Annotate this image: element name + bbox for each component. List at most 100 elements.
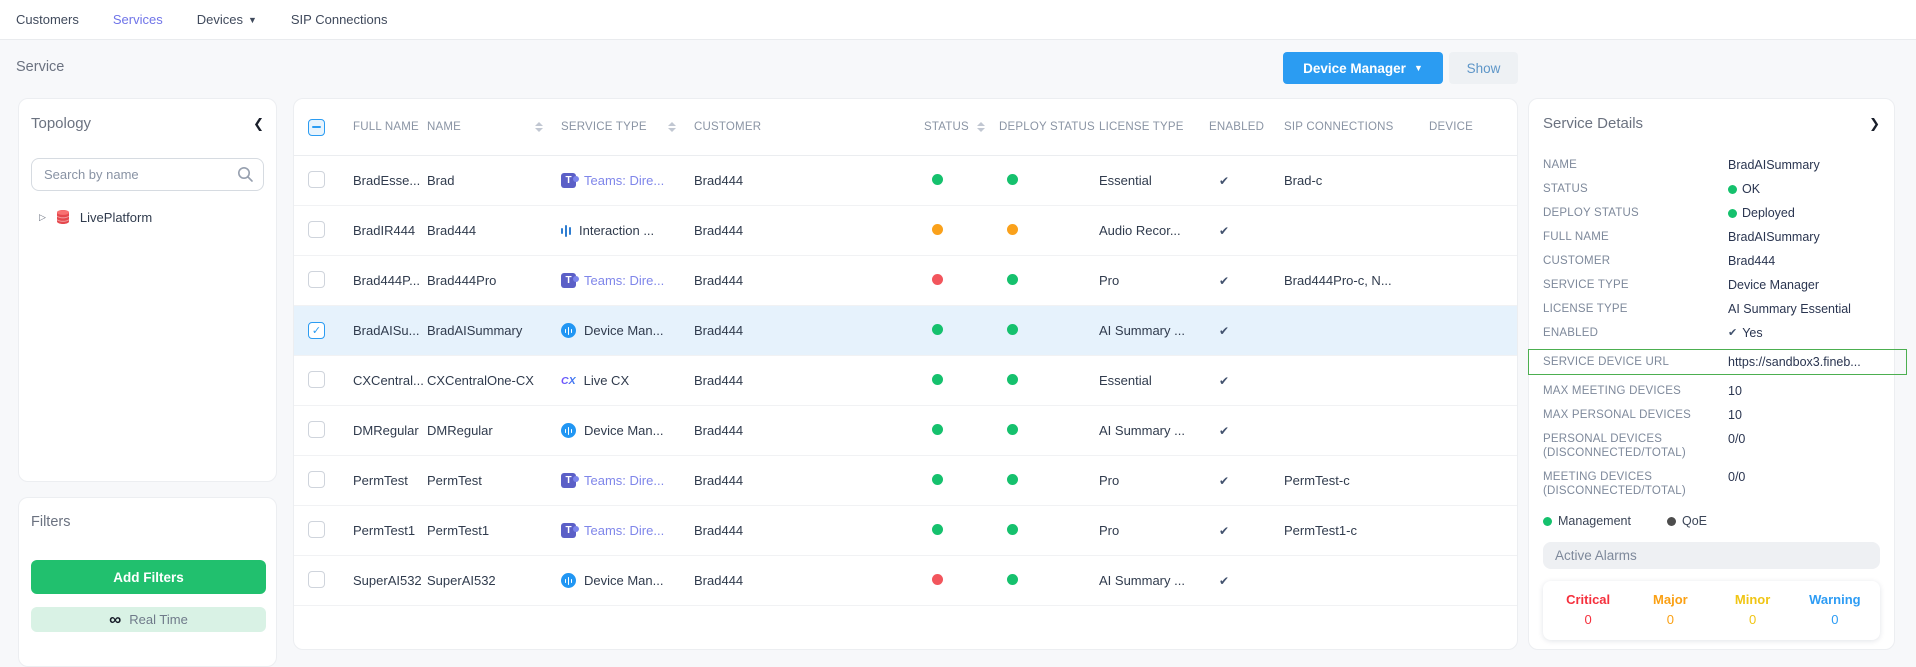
- cell-name: SuperAI532: [427, 573, 561, 588]
- sort-icon[interactable]: [668, 122, 676, 132]
- table-row[interactable]: Brad444P... Brad444Pro TTeams: Dire... B…: [294, 256, 1517, 306]
- nav-item-sip-connections[interactable]: SIP Connections: [291, 12, 388, 27]
- table-row[interactable]: CXCentral... CXCentralOne-CX CXLive CX B…: [294, 356, 1517, 406]
- status-dot: [932, 224, 943, 235]
- detail-value: 10: [1728, 408, 1742, 422]
- cell-sip-connections: PermTest-c: [1284, 473, 1429, 488]
- status-dot: [932, 574, 943, 585]
- enabled-check-icon: ✔: [1219, 424, 1229, 438]
- nav-item-customers[interactable]: Customers: [16, 12, 79, 27]
- row-checkbox[interactable]: [308, 171, 325, 188]
- cell-name: PermTest1: [427, 523, 561, 538]
- cell-customer: Brad444: [694, 473, 924, 488]
- device-manager-button[interactable]: Device Manager ▼: [1283, 52, 1443, 84]
- enabled-check-icon: ✔: [1219, 474, 1229, 488]
- deploy-status-dot: [1007, 424, 1018, 435]
- cell-license-type: Pro: [1099, 273, 1209, 288]
- alarm-label: Warning: [1794, 592, 1876, 607]
- column-license-type[interactable]: LICENSE TYPE: [1099, 121, 1209, 133]
- tree-item-label: LivePlatform: [80, 210, 152, 225]
- deploy-status-dot: [1007, 174, 1018, 185]
- service-type-label[interactable]: Teams: Dire...: [584, 273, 664, 288]
- real-time-button[interactable]: ∞ Real Time: [31, 607, 266, 632]
- table-row[interactable]: SuperAI532 SuperAI532 Device Man... Brad…: [294, 556, 1517, 606]
- column-service-type[interactable]: SERVICE TYPE: [561, 121, 694, 133]
- device-manager-icon: [561, 573, 576, 588]
- tree-item-liveplatform[interactable]: ▷ LivePlatform: [31, 209, 264, 225]
- column-device[interactable]: DEVICE: [1429, 121, 1503, 133]
- row-checkbox[interactable]: [308, 371, 325, 388]
- detail-field: NAME BradAISummary: [1543, 158, 1880, 172]
- detail-value: OK: [1742, 182, 1760, 196]
- table-row[interactable]: ✓ BradAISu... BradAISummary Device Man..…: [294, 306, 1517, 356]
- column-deploy-status[interactable]: DEPLOY STATUS: [999, 121, 1099, 133]
- details-fields: NAME BradAISummarySTATUS OKDEPLOY STATUS…: [1543, 158, 1880, 498]
- cell-customer: Brad444: [694, 273, 924, 288]
- table-body: BradEsse... Brad TTeams: Dire... Brad444…: [294, 156, 1517, 606]
- teams-icon: T: [561, 473, 576, 488]
- service-type-label: Live CX: [584, 373, 630, 388]
- select-all-checkbox[interactable]: [308, 119, 325, 136]
- detail-value: BradAISummary: [1728, 230, 1820, 244]
- nav-item-services[interactable]: Services: [113, 12, 163, 27]
- detail-value: https://sandbox3.fineb...: [1728, 355, 1861, 369]
- column-customer[interactable]: CUSTOMER: [694, 121, 924, 133]
- alarm-label: Critical: [1547, 592, 1629, 607]
- row-checkbox[interactable]: [308, 221, 325, 238]
- cell-deploy-status: [999, 223, 1099, 238]
- row-checkbox[interactable]: [308, 471, 325, 488]
- column-status[interactable]: STATUS: [924, 121, 999, 133]
- row-checkbox[interactable]: [308, 571, 325, 588]
- nav-item-devices[interactable]: Devices▼: [197, 12, 257, 27]
- detail-label: LICENSE TYPE: [1543, 302, 1728, 316]
- service-type-label[interactable]: Teams: Dire...: [584, 523, 664, 538]
- table-row[interactable]: PermTest1 PermTest1 TTeams: Dire... Brad…: [294, 506, 1517, 556]
- cell-service-type: TTeams: Dire...: [561, 273, 694, 288]
- column-full-name[interactable]: FULL NAME: [353, 121, 427, 133]
- table-row[interactable]: BradIR444 Brad444 Interaction ... Brad44…: [294, 206, 1517, 256]
- row-checkbox[interactable]: [308, 421, 325, 438]
- status-dot: [932, 324, 943, 335]
- cell-sip-connections: Brad444Pro-c, N...: [1284, 273, 1429, 288]
- row-checkbox[interactable]: ✓: [308, 322, 325, 339]
- show-button[interactable]: Show: [1449, 52, 1518, 84]
- real-time-label: Real Time: [129, 612, 188, 627]
- cell-service-type: CXLive CX: [561, 373, 694, 388]
- table-row[interactable]: BradEsse... Brad TTeams: Dire... Brad444…: [294, 156, 1517, 206]
- row-checkbox[interactable]: [308, 521, 325, 538]
- cell-name: DMRegular: [427, 423, 561, 438]
- table-row[interactable]: DMRegular DMRegular Device Man... Brad44…: [294, 406, 1517, 456]
- add-filters-button[interactable]: Add Filters: [31, 560, 266, 594]
- chevron-down-icon: ▼: [248, 15, 257, 25]
- search-input[interactable]: [31, 158, 264, 191]
- collapse-right-icon[interactable]: ❯: [1869, 116, 1880, 132]
- service-type-label[interactable]: Teams: Dire...: [584, 473, 664, 488]
- details-legend: Management QoE: [1543, 514, 1880, 528]
- detail-label: CUSTOMER: [1543, 254, 1728, 268]
- cell-deploy-status: [999, 523, 1099, 538]
- cell-name: Brad444Pro: [427, 273, 561, 288]
- table-row[interactable]: PermTest PermTest TTeams: Dire... Brad44…: [294, 456, 1517, 506]
- cell-enabled: ✔: [1209, 473, 1284, 488]
- teams-icon: T: [561, 523, 576, 538]
- cell-full-name: PermTest: [353, 473, 427, 488]
- sort-icon[interactable]: [535, 122, 543, 132]
- deploy-status-dot: [1007, 324, 1018, 335]
- sort-icon[interactable]: [977, 122, 985, 132]
- row-checkbox[interactable]: [308, 271, 325, 288]
- service-type-label[interactable]: Teams: Dire...: [584, 173, 664, 188]
- cell-enabled: ✔: [1209, 173, 1284, 188]
- device-manager-button-label: Device Manager: [1303, 61, 1406, 76]
- alarm-count: 0: [1629, 612, 1711, 627]
- column-sip-connections[interactable]: SIP CONNECTIONS: [1284, 121, 1429, 133]
- detail-value: Yes: [1742, 326, 1762, 340]
- collapse-left-icon[interactable]: ❮: [253, 116, 264, 132]
- legend-label: Management: [1558, 514, 1631, 528]
- status-dot: [932, 474, 943, 485]
- cell-full-name: PermTest1: [353, 523, 427, 538]
- expand-arrow-icon[interactable]: ▷: [39, 212, 46, 223]
- cell-service-type: Device Man...: [561, 573, 694, 588]
- column-enabled[interactable]: ENABLED: [1209, 121, 1284, 133]
- column-name[interactable]: NAME: [427, 121, 561, 133]
- alarm-warning: Warning 0: [1794, 592, 1876, 627]
